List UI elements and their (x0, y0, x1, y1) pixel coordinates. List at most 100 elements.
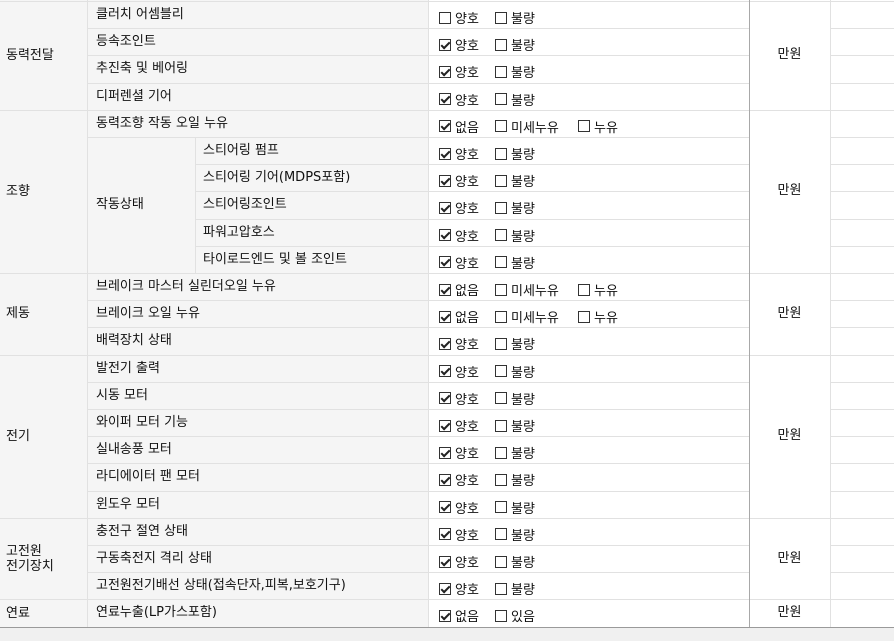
status-option[interactable]: 불량 (495, 416, 547, 435)
checkbox-unchecked[interactable] (495, 501, 507, 514)
status-option[interactable]: 양호 (439, 416, 491, 435)
status-option[interactable]: 양호 (439, 90, 491, 109)
status-option[interactable]: 양호 (439, 443, 491, 462)
checkbox-unchecked[interactable] (495, 310, 507, 323)
status-option[interactable]: 양호 (439, 334, 491, 353)
checkbox-checked[interactable] (439, 256, 451, 269)
checkbox-checked[interactable] (439, 609, 451, 622)
checkbox-unchecked[interactable] (495, 582, 507, 595)
checkbox-unchecked[interactable] (495, 65, 507, 78)
checkbox-checked[interactable] (439, 337, 451, 350)
status-option[interactable]: 양호 (439, 498, 491, 517)
checkbox-checked[interactable] (439, 147, 451, 160)
checkbox-checked[interactable] (439, 120, 451, 133)
checkbox-checked[interactable] (439, 229, 451, 242)
status-option[interactable]: 불량 (495, 525, 547, 544)
checkbox-checked[interactable] (439, 555, 451, 568)
checkbox-checked[interactable] (439, 473, 451, 486)
status-option[interactable]: 미세누유 (495, 280, 571, 299)
status-option[interactable]: 불량 (495, 362, 547, 381)
status-option[interactable]: 양호 (439, 62, 491, 81)
checkbox-unchecked[interactable] (495, 147, 507, 160)
checkbox-checked[interactable] (439, 174, 451, 187)
checkbox-unchecked[interactable] (495, 229, 507, 242)
status-option[interactable]: 누유 (578, 117, 630, 136)
checkbox-unchecked[interactable] (578, 120, 590, 133)
status-option[interactable]: 양호 (439, 198, 491, 217)
status-option[interactable]: 있음 (495, 606, 547, 625)
status-option[interactable]: 불량 (495, 171, 547, 190)
extra-divider (830, 572, 894, 573)
checkbox-checked[interactable] (439, 501, 451, 514)
checkbox-unchecked[interactable] (495, 201, 507, 214)
checkbox-checked[interactable] (439, 93, 451, 106)
checkbox-unchecked[interactable] (495, 419, 507, 432)
status-option[interactable]: 불량 (495, 579, 547, 598)
checkbox-label: 불량 (511, 12, 535, 27)
status-option[interactable]: 없음 (439, 117, 491, 136)
status-option[interactable]: 불량 (495, 498, 547, 517)
checkbox-unchecked[interactable] (495, 93, 507, 106)
status-option[interactable]: 양호 (439, 144, 491, 163)
status-option[interactable]: 불량 (495, 334, 547, 353)
status-option[interactable]: 양호 (439, 362, 491, 381)
checkbox-checked[interactable] (439, 446, 451, 459)
checkbox-unchecked[interactable] (495, 392, 507, 405)
status-option[interactable]: 불량 (495, 253, 547, 272)
status-option[interactable]: 불량 (495, 198, 547, 217)
checkbox-unchecked[interactable] (495, 528, 507, 541)
status-option[interactable]: 양호 (439, 253, 491, 272)
status-option[interactable]: 없음 (439, 280, 491, 299)
status-option[interactable]: 미세누유 (495, 117, 571, 136)
status-option[interactable]: 불량 (495, 552, 547, 571)
checkbox-checked[interactable] (439, 38, 451, 51)
checkbox-unchecked[interactable] (578, 310, 590, 323)
status-option[interactable]: 미세누유 (495, 307, 571, 326)
status-option[interactable]: 없음 (439, 307, 491, 326)
checkbox-checked[interactable] (439, 392, 451, 405)
status-option[interactable]: 불량 (495, 62, 547, 81)
checkbox-unchecked[interactable] (495, 609, 507, 622)
status-option[interactable]: 불량 (495, 470, 547, 489)
checkbox-checked[interactable] (439, 365, 451, 378)
checkbox-unchecked[interactable] (495, 38, 507, 51)
status-option[interactable]: 양호 (439, 171, 491, 190)
checkbox-unchecked[interactable] (495, 11, 507, 24)
checkbox-unchecked[interactable] (495, 283, 507, 296)
checkbox-checked[interactable] (439, 528, 451, 541)
checkbox-unchecked[interactable] (578, 283, 590, 296)
checkbox-unchecked[interactable] (495, 446, 507, 459)
checkbox-checked[interactable] (439, 419, 451, 432)
checkbox-unchecked[interactable] (495, 337, 507, 350)
checkbox-unchecked[interactable] (495, 174, 507, 187)
status-option[interactable]: 양호 (439, 552, 491, 571)
status-option[interactable]: 누유 (578, 280, 630, 299)
status-option[interactable]: 불량 (495, 144, 547, 163)
checkbox-checked[interactable] (439, 582, 451, 595)
checkbox-unchecked[interactable] (439, 11, 451, 24)
status-option[interactable]: 불량 (495, 35, 547, 54)
checkbox-unchecked[interactable] (495, 473, 507, 486)
status-option[interactable]: 양호 (439, 8, 491, 27)
status-option[interactable]: 양호 (439, 525, 491, 544)
checkbox-unchecked[interactable] (495, 120, 507, 133)
status-option[interactable]: 양호 (439, 35, 491, 54)
status-option[interactable]: 없음 (439, 606, 491, 625)
status-option[interactable]: 양호 (439, 579, 491, 598)
status-option[interactable]: 누유 (578, 307, 630, 326)
status-option[interactable]: 양호 (439, 226, 491, 245)
checkbox-checked[interactable] (439, 310, 451, 323)
status-option[interactable]: 불량 (495, 8, 547, 27)
checkbox-unchecked[interactable] (495, 365, 507, 378)
status-option[interactable]: 불량 (495, 389, 547, 408)
status-option[interactable]: 양호 (439, 470, 491, 489)
checkbox-unchecked[interactable] (495, 555, 507, 568)
status-option[interactable]: 불량 (495, 226, 547, 245)
checkbox-checked[interactable] (439, 65, 451, 78)
status-option[interactable]: 불량 (495, 443, 547, 462)
status-option[interactable]: 불량 (495, 90, 547, 109)
checkbox-checked[interactable] (439, 201, 451, 214)
checkbox-unchecked[interactable] (495, 256, 507, 269)
status-option[interactable]: 양호 (439, 389, 491, 408)
checkbox-checked[interactable] (439, 283, 451, 296)
